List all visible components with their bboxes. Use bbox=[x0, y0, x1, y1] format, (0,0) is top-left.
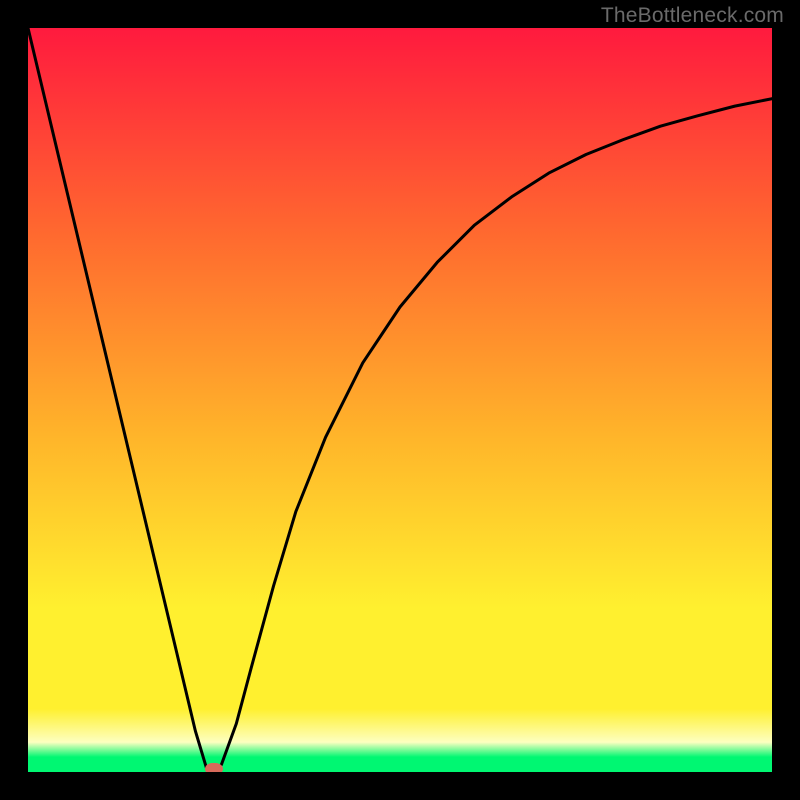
min-marker bbox=[205, 763, 223, 772]
watermark-label: TheBottleneck.com bbox=[601, 4, 784, 28]
chart-frame: TheBottleneck.com bbox=[0, 0, 800, 800]
bottleneck-curve bbox=[28, 28, 772, 772]
plot-area bbox=[28, 28, 772, 772]
